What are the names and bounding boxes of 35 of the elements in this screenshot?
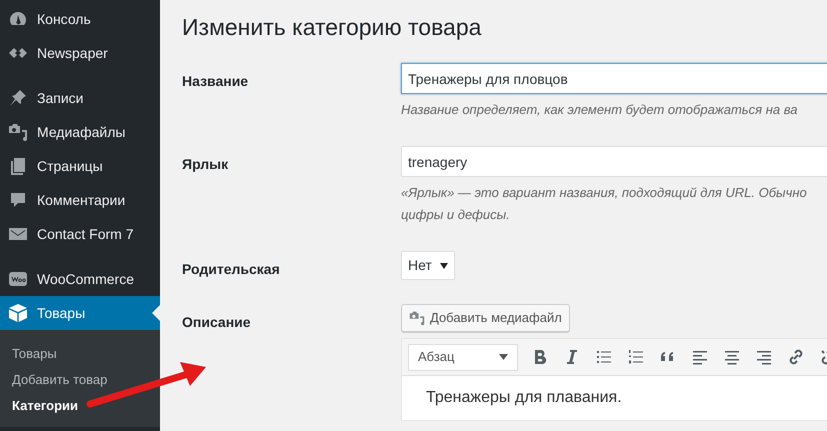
text-field[interactable]: Тренажеры для пловцов xyxy=(401,63,827,94)
menu-item[interactable]: WooCommerce xyxy=(0,262,160,296)
menu-item[interactable]: Newspaper xyxy=(0,36,160,70)
box-icon xyxy=(8,303,28,323)
text-field[interactable]: trenagery xyxy=(401,146,827,177)
page-title: Изменить категорию товара xyxy=(182,13,482,42)
menu-item[interactable]: Медиафайлы xyxy=(0,115,160,149)
field-hint: «Ярлык» — это вариант названия, подходящий для URL. Обычно цифры и дефисы. xyxy=(401,184,808,224)
field-label: Родительская xyxy=(182,260,281,279)
dropdown-caret-icon xyxy=(440,262,448,268)
format-select[interactable]: Абзац xyxy=(408,344,518,370)
media-icon xyxy=(8,122,28,142)
pages-icon xyxy=(8,156,28,176)
submenu-item[interactable]: Товары xyxy=(0,341,160,367)
add-media-button[interactable]: Добавить медиафайл xyxy=(401,304,570,332)
media-icon xyxy=(409,310,425,326)
woo-icon xyxy=(8,269,28,289)
current-pointer xyxy=(152,305,160,321)
menu-item[interactable]: Contact Form 7 xyxy=(0,217,160,251)
field-label: Название xyxy=(182,72,250,91)
pin-icon xyxy=(8,88,28,108)
menu-item[interactable]: Консоль xyxy=(0,2,160,36)
field-hint: Название определяет, как элемент будет отображаться на ва xyxy=(401,101,798,119)
editor-content[interactable]: Тренажеры для плавания. xyxy=(402,376,827,420)
submenu-item[interactable]: Категории xyxy=(0,393,160,419)
dropdown-caret-icon xyxy=(499,354,508,360)
submenu-item[interactable]: Добавить товар xyxy=(0,367,160,393)
parent-select[interactable]: Нет xyxy=(401,251,455,280)
field-label: Описание xyxy=(182,313,252,332)
menu-item[interactable]: Товары xyxy=(0,296,160,330)
field-label: Ярлык xyxy=(182,155,230,174)
comment-icon xyxy=(8,190,28,210)
menu-item[interactable]: Страницы xyxy=(0,149,160,183)
menu-item[interactable]: Записи xyxy=(0,81,160,115)
menu-item[interactable]: Комментарии xyxy=(0,183,160,217)
